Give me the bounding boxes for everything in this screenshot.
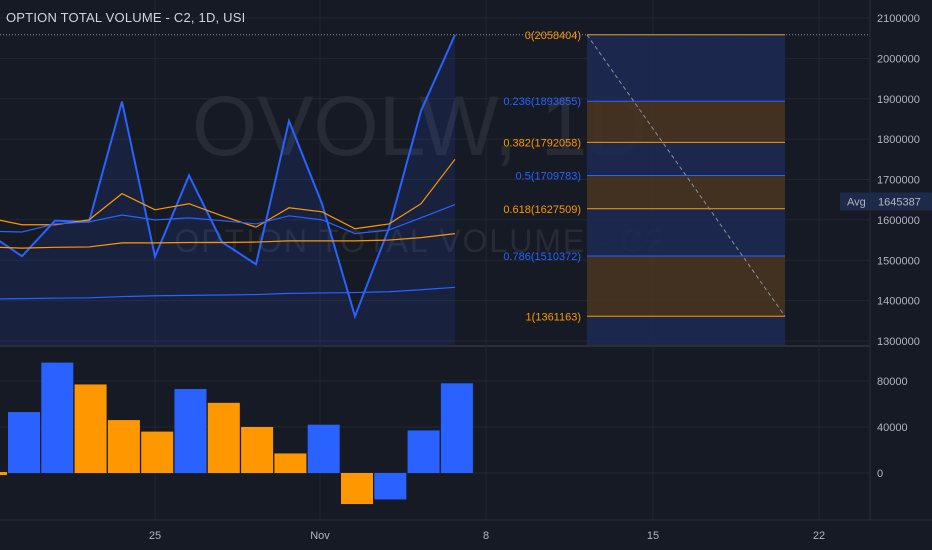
chart-title: OPTION TOTAL VOLUME - C2, 1D, USI <box>6 10 246 25</box>
fib-zone <box>587 316 785 345</box>
x-tick-label: 25 <box>149 530 161 542</box>
histogram-bar <box>274 453 307 473</box>
y-tick-label: 1600000 <box>877 215 920 227</box>
histogram-bar <box>241 427 274 473</box>
histogram-bar <box>107 420 140 473</box>
histogram-bar <box>0 472 7 475</box>
y-tick-label: 1400000 <box>877 296 920 308</box>
fib-level-label: 1(1361163) <box>526 311 581 323</box>
histogram-bar <box>307 424 340 473</box>
histogram-bar <box>207 402 240 473</box>
fib-level-label: 0.5(1709783) <box>516 171 581 183</box>
y-tick-label: 2000000 <box>877 53 920 65</box>
fib-level-label: 0(2058404) <box>525 30 581 42</box>
fib-level-label: 0.236(1893855) <box>503 96 581 108</box>
histogram-bar <box>407 430 440 473</box>
histogram-bar <box>341 473 373 505</box>
avg-label: Avg <box>847 197 866 209</box>
histogram-bar <box>141 431 174 473</box>
x-tick-label: 8 <box>483 530 489 542</box>
fib-level-label: 0.786(1510372) <box>503 251 581 263</box>
fib-level-label: 0.618(1627509) <box>503 204 581 216</box>
x-tick-label: 22 <box>813 530 825 542</box>
histogram-bar <box>8 412 40 473</box>
avg-value: 1645387 <box>878 197 921 209</box>
fib-zone <box>587 175 785 209</box>
y-tick-label: 1500000 <box>877 255 920 267</box>
y-tick-label: 80000 <box>877 376 908 388</box>
fib-zone <box>587 256 785 317</box>
fib-zone <box>587 142 785 176</box>
y-tick-label: 1900000 <box>877 94 920 106</box>
y-tick-label: 1800000 <box>877 134 920 146</box>
fib-zone <box>587 208 785 257</box>
y-tick-label: 2100000 <box>877 13 920 25</box>
y-tick-label: 1700000 <box>877 175 920 187</box>
x-tick-label: Nov <box>310 530 330 542</box>
y-tick-label: 40000 <box>877 422 908 434</box>
y-tick-label: 1300000 <box>877 336 920 348</box>
chart-canvas[interactable]: OVOLW, 1D OPTION TOTAL VOLUME - C2 0(205… <box>0 0 932 550</box>
histogram-bars <box>0 362 473 505</box>
histogram-bar <box>74 384 107 473</box>
x-tick-label: 15 <box>647 530 659 542</box>
fib-level-label: 0.382(1792058) <box>503 137 581 149</box>
fib-zone <box>587 34 785 102</box>
histogram-bar <box>174 389 207 473</box>
histogram-bar <box>440 383 473 473</box>
histogram-bar <box>374 473 407 500</box>
y-tick-label: 0 <box>877 468 883 480</box>
fib-zone <box>587 101 785 143</box>
histogram-bar <box>41 362 74 473</box>
